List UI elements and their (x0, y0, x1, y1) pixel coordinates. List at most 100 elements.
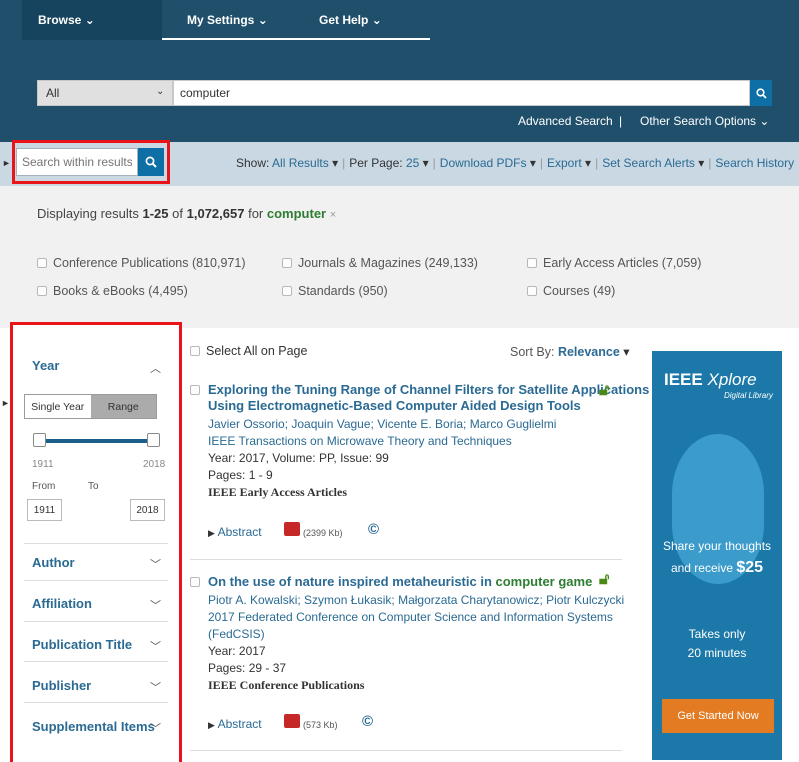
pdf-icon[interactable] (284, 714, 300, 728)
single-year-option[interactable]: Single Year (25, 395, 91, 418)
abstract-toggle[interactable]: ▶ Abstract (208, 525, 262, 539)
content-type-journals[interactable]: Journals & Magazines (249,133) (282, 256, 478, 270)
summary-query: computer (266, 206, 327, 221)
year-slider-min-handle[interactable] (33, 433, 46, 447)
checkbox[interactable] (37, 286, 47, 296)
nav-my-settings[interactable]: My Settings ⌄ (187, 13, 268, 27)
chevron-down-icon[interactable]: ﹀ (150, 556, 161, 572)
search-history-link[interactable]: Search History (715, 156, 794, 170)
result-publication[interactable]: IEEE Transactions on Microwave Theory an… (208, 433, 556, 450)
nav-browse-label: Browse (38, 13, 82, 27)
search-scope-select[interactable]: All ⌄ (37, 80, 173, 106)
summary-of: of (172, 206, 183, 221)
checkbox[interactable] (190, 346, 200, 356)
content-type-books[interactable]: Books & eBooks (4,495) (37, 284, 188, 298)
search-button[interactable] (750, 80, 772, 106)
year-mode-toggle: Single Year Range (24, 394, 157, 419)
checkbox[interactable] (282, 258, 292, 268)
abstract-label: Abstract (217, 525, 262, 539)
year-slider-track[interactable] (40, 439, 152, 443)
checkbox[interactable] (527, 286, 537, 296)
divider: | (539, 156, 543, 170)
chevron-down-icon[interactable]: ﹀ (150, 638, 161, 654)
divider: | (708, 156, 712, 170)
result-checkbox[interactable] (190, 385, 200, 395)
result-publication[interactable]: (FedCSIS) (208, 626, 624, 643)
pdf-icon[interactable] (284, 522, 300, 536)
ad-amount: $25 (736, 559, 764, 576)
facet-year-header[interactable]: Year (32, 358, 59, 373)
chevron-down-icon: ⌄ (257, 13, 268, 27)
result-title[interactable]: Exploring the Tuning Range of Channel Fi… (208, 382, 649, 414)
result-title-line: Exploring the Tuning Range of Channel Fi… (208, 382, 650, 397)
copyright-icon[interactable]: © (362, 713, 373, 730)
chevron-down-icon[interactable]: ﹀ (150, 720, 161, 736)
chevron-up-icon[interactable]: ︿ (150, 360, 161, 376)
select-all-label: Select All on Page (206, 344, 308, 358)
caret-down-icon: ▾ (623, 345, 630, 359)
facet-author[interactable]: Author (32, 555, 75, 570)
checkbox[interactable] (282, 286, 292, 296)
export-dropdown[interactable]: Export (547, 156, 582, 170)
to-label: To (88, 481, 99, 492)
search-input[interactable] (174, 81, 749, 105)
to-year-input[interactable]: 2018 (130, 499, 165, 521)
get-started-button[interactable]: Get Started Now (662, 699, 774, 733)
other-search-options-link[interactable]: Other Search Options ⌄ (640, 114, 769, 128)
result-publication[interactable]: 2017 Federated Conference on Computer Sc… (208, 609, 624, 626)
divider (24, 543, 168, 544)
from-year-input[interactable]: 1911 (27, 499, 62, 521)
select-all-on-page[interactable]: Select All on Page (190, 344, 307, 358)
facet-supplemental-items[interactable]: Supplemental Items (32, 719, 155, 734)
divider (24, 621, 168, 622)
checkbox[interactable] (37, 258, 47, 268)
nav-browse[interactable]: Browse ⌄ (38, 13, 95, 27)
result-year-info: Year: 2017 (208, 644, 266, 658)
nav-get-help[interactable]: Get Help ⌄ (319, 13, 382, 27)
advertisement-banner[interactable]: IEEE Xplore Digital Library Share your t… (652, 351, 782, 760)
result-meta: Javier Ossorio; Joaquin Vague; Vicente E… (208, 416, 556, 501)
caret-down-icon: ▾ (529, 156, 536, 170)
pdf-size: (573 Kb) (303, 720, 338, 730)
caret-right-icon: ▶ (208, 720, 215, 730)
set-alerts-dropdown[interactable]: Set Search Alerts (602, 156, 695, 170)
facet-affiliation[interactable]: Affiliation (32, 596, 92, 611)
show-label: Show: (236, 156, 270, 170)
ad-brand: IEEE Xplore (664, 370, 757, 390)
ad-line4: 20 minutes (687, 646, 747, 660)
chevron-down-icon[interactable]: ﹀ (150, 679, 161, 695)
per-page-dropdown[interactable]: 25 (406, 156, 419, 170)
show-dropdown[interactable]: All Results (272, 156, 329, 170)
clear-query-icon[interactable]: × (330, 209, 336, 221)
content-type-conference[interactable]: Conference Publications (810,971) (37, 256, 245, 270)
download-pdfs-dropdown[interactable]: Download PDFs (440, 156, 527, 170)
abstract-toggle[interactable]: ▶ Abstract (208, 717, 262, 731)
result-checkbox[interactable] (190, 577, 200, 587)
chevron-down-icon[interactable]: ﹀ (150, 597, 161, 613)
copyright-icon[interactable]: © (368, 521, 379, 538)
result-title[interactable]: On the use of nature inspired metaheuris… (208, 574, 592, 590)
search-icon (755, 87, 767, 99)
result-title-part: On the use of nature inspired metaheuris… (208, 574, 496, 589)
result-authors[interactable]: Piotr A. Kowalski; Szymon Łukasik; Małgo… (208, 592, 624, 609)
advanced-search-link[interactable]: Advanced Search (518, 114, 613, 128)
nav-get-help-label: Get Help (319, 13, 369, 27)
search-within-button[interactable] (138, 148, 164, 176)
content-type-standards[interactable]: Standards (950) (282, 284, 388, 298)
result-title-part: Computer (395, 398, 458, 413)
search-within-input[interactable] (17, 149, 137, 175)
facet-publication-title[interactable]: Publication Title (32, 637, 132, 652)
facet-publisher[interactable]: Publisher (32, 678, 91, 693)
checkbox[interactable] (527, 258, 537, 268)
year-slider-max-handle[interactable] (147, 433, 160, 447)
sort-value[interactable]: Relevance (558, 345, 620, 359)
sort-label: Sort By: (510, 345, 555, 359)
content-type-label: Conference Publications (810,971) (53, 256, 246, 270)
search-scope-value: All (46, 86, 60, 100)
divider: | (619, 114, 623, 128)
content-type-courses[interactable]: Courses (49) (527, 284, 615, 298)
content-type-early-access[interactable]: Early Access Articles (7,059) (527, 256, 701, 270)
result-authors[interactable]: Javier Ossorio; Joaquin Vague; Vicente E… (208, 416, 556, 433)
sort-by[interactable]: Sort By: Relevance ▾ (510, 344, 630, 359)
range-option[interactable]: Range (90, 395, 156, 418)
